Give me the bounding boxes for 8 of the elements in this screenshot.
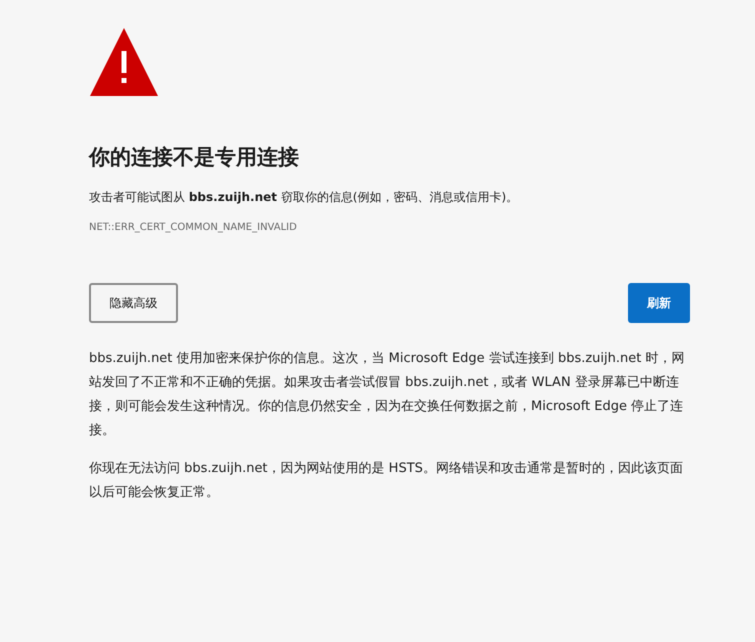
details-paragraph: 你现在无法访问 bbs.zuijh.net，因为网站使用的是 HSTS。网络错误和攻击通常是暂时的，因此该页面以后可能会恢复正常。 <box>89 460 684 502</box>
error-code: NET::ERR_CERT_COMMON_NAME_INVALID <box>89 222 298 233</box>
summary-text: 攻击者可能试图从 bbs.zuijh.net 窃取你的信息(例如，密码、消息或信用卡)。 <box>89 189 520 206</box>
warning-icon <box>90 28 158 96</box>
refresh-button[interactable]: 刷新 <box>628 283 690 323</box>
page-heading: 你的连接不是专用连接 <box>89 144 300 171</box>
details-paragraph: bbs.zuijh.net 使用加密来保护你的信息。这次，当 Microsoft Edge 尝试连接到 bbs.zuijh.net 时，网站发回了不正常和不正确的凭据。如果攻击者尝试假冒 bbs.zuijh.net，或者 WLAN 登录屏幕已中断连接，则可能会发生这种情况。你的信息仍然安全，因为在交换任何数据之前，Microsoft Edge 停止了连接。 <box>89 350 686 440</box>
advanced-button[interactable]: 隐藏高级 <box>89 283 178 323</box>
